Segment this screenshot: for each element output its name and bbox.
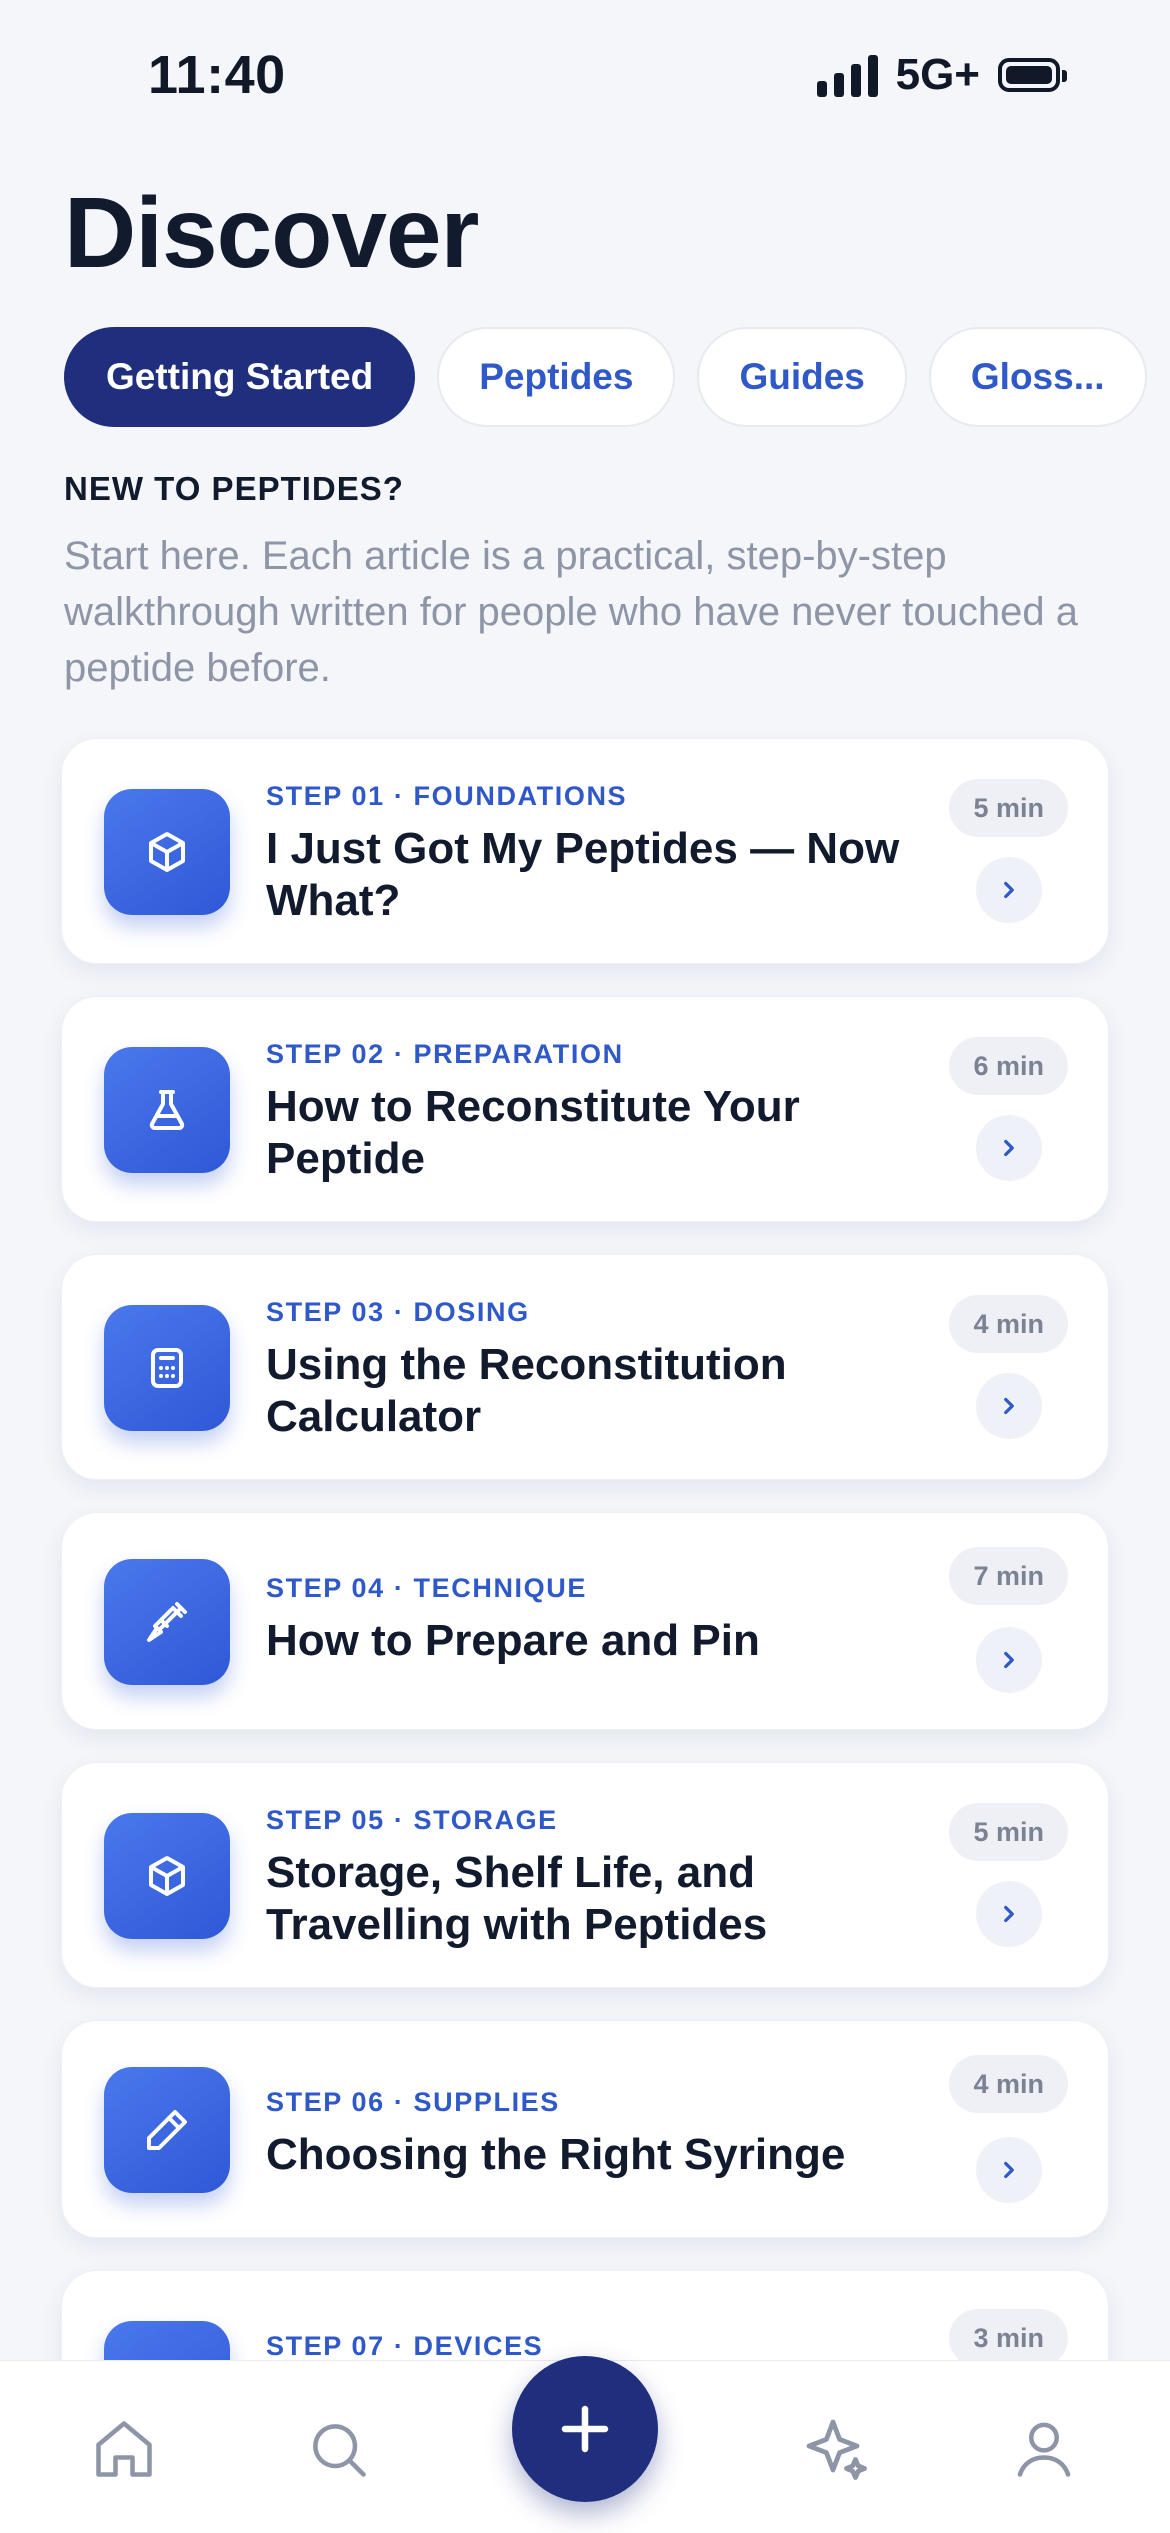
article-step-label: STEP 07 · DEVICES: [266, 2331, 544, 2361]
profile-icon[interactable]: [1004, 2409, 1084, 2489]
reading-time-badge: 5 min: [949, 1803, 1068, 1861]
article-card-step-02[interactable]: STEP 02 · PREPARATION How to Reconstitut…: [61, 996, 1109, 1222]
flask-icon: [104, 1047, 230, 1173]
reading-time-badge: 4 min: [949, 1295, 1068, 1353]
cube-icon: [104, 1813, 230, 1939]
sparkle-icon[interactable]: [796, 2409, 876, 2489]
article-step-label: STEP 05 · STORAGE: [266, 1805, 558, 1835]
article-step-label: STEP 01 · FOUNDATIONS: [266, 781, 628, 811]
chevron-right-icon[interactable]: [976, 1881, 1042, 1947]
syringe-icon: [104, 1559, 230, 1685]
battery-icon: [998, 58, 1067, 92]
tab-peptides[interactable]: Peptides: [437, 327, 676, 427]
tab-guides[interactable]: Guides: [697, 327, 907, 427]
tab-glossary[interactable]: Gloss...: [928, 327, 1147, 427]
article-title: How to Reconstitute Your Peptide: [266, 1082, 800, 1183]
article-step-label: STEP 06 · SUPPLIES: [266, 2087, 560, 2117]
article-title: How to Prepare and Pin: [266, 1616, 760, 1665]
reading-time-badge: 5 min: [949, 779, 1068, 837]
article-card-step-06[interactable]: STEP 06 · SUPPLIES Choosing the Right Sy…: [61, 2020, 1109, 2238]
page-title: Discover: [64, 177, 479, 289]
chevron-right-icon[interactable]: [976, 1627, 1042, 1693]
reading-time-badge: 7 min: [949, 1547, 1068, 1605]
network-label: 5G+: [895, 50, 980, 99]
article-step-label: STEP 04 · TECHNIQUE: [266, 1573, 587, 1603]
search-icon[interactable]: [298, 2409, 378, 2489]
pen-icon: [104, 2067, 230, 2193]
status-time: 11:40: [148, 45, 286, 105]
chevron-right-icon[interactable]: [976, 2137, 1042, 2203]
tab-getting-started[interactable]: Getting Started: [64, 327, 416, 427]
article-card-step-01[interactable]: STEP 01 · FOUNDATIONS I Just Got My Pept…: [61, 738, 1109, 964]
battery-level: [1006, 66, 1052, 84]
home-icon[interactable]: [84, 2409, 164, 2489]
article-title: I Just Got My Peptides — Now What?: [266, 824, 900, 925]
article-step-label: STEP 03 · DOSING: [266, 1297, 530, 1327]
add-button[interactable]: [512, 2356, 658, 2502]
chevron-right-icon[interactable]: [976, 1373, 1042, 1439]
plus-icon: [561, 2405, 609, 2453]
section-description: Start here. Each article is a practical,…: [64, 534, 1078, 690]
article-card-step-03[interactable]: STEP 03 · DOSING Using the Reconstitutio…: [61, 1254, 1109, 1480]
article-card-step-05[interactable]: STEP 05 · STORAGE Storage, Shelf Life, a…: [61, 1762, 1109, 1988]
calculator-icon: [104, 1305, 230, 1431]
cube-icon: [104, 789, 230, 915]
chevron-right-icon[interactable]: [976, 1115, 1042, 1181]
status-indicators: 5G+: [816, 50, 1067, 100]
status-bar: 11:40 5G+: [0, 0, 1170, 150]
article-title: Using the Reconstitution Calculator: [266, 1340, 787, 1441]
article-card-step-04[interactable]: STEP 04 · TECHNIQUE How to Prepare and P…: [61, 1512, 1109, 1730]
article-step-label: STEP 02 · PREPARATION: [266, 1039, 624, 1069]
category-tabs: Getting Started Peptides Guides Gloss...: [64, 327, 1147, 427]
reading-time-badge: 4 min: [949, 2055, 1068, 2113]
article-title: Storage, Shelf Life, and Travelling with…: [266, 1848, 768, 1949]
signal-icon: [816, 53, 878, 97]
section-label: NEW TO PEPTIDES?: [64, 470, 404, 507]
article-title: Choosing the Right Syringe: [266, 2130, 846, 2179]
chevron-right-icon[interactable]: [976, 857, 1042, 923]
reading-time-badge: 3 min: [949, 2309, 1068, 2367]
reading-time-badge: 6 min: [949, 1037, 1068, 1095]
